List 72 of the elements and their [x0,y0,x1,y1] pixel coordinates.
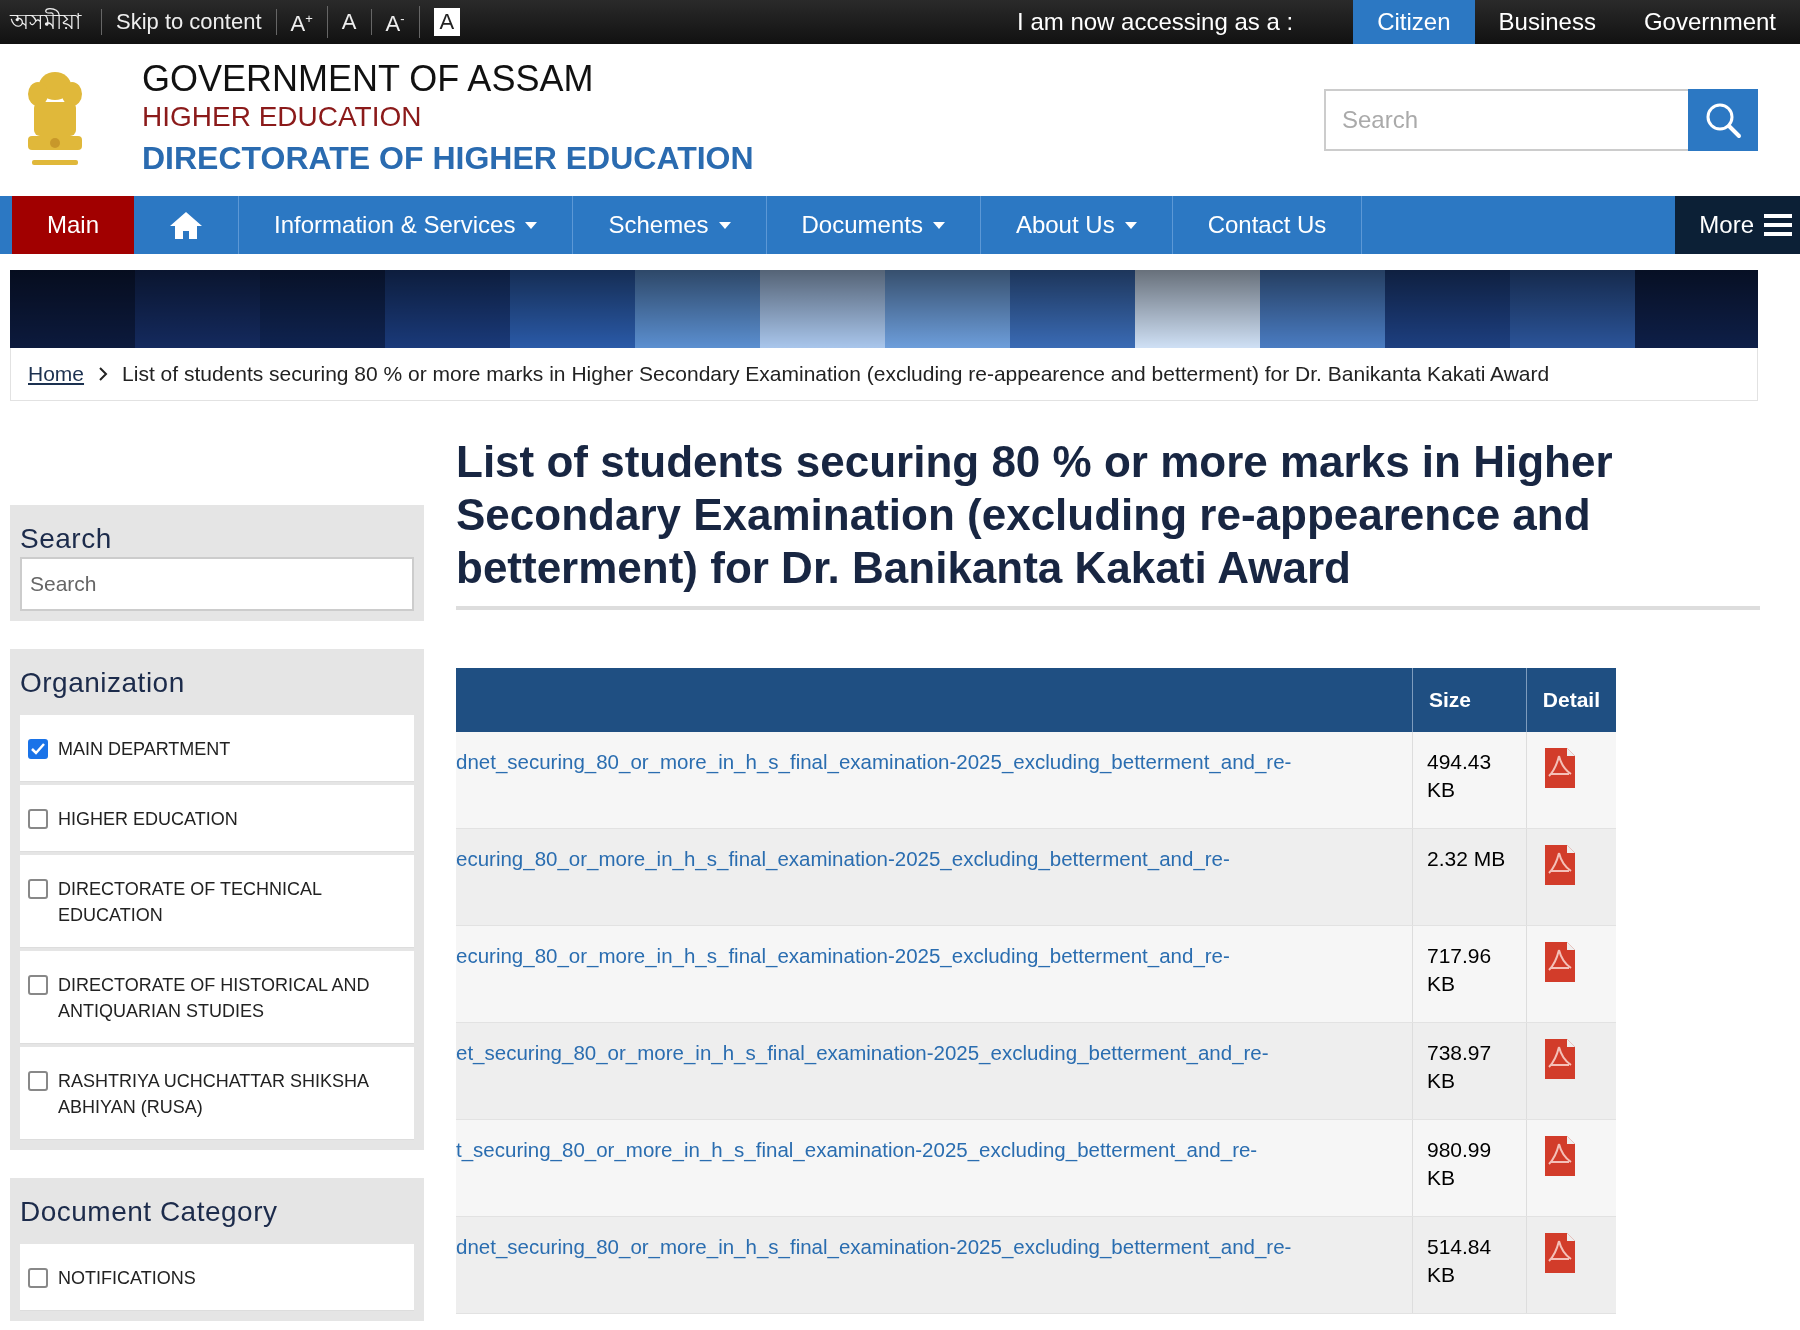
search-field[interactable]: Search [1324,89,1688,151]
file-link[interactable]: ecuring_80_or_more_in_h_s_final_examination-2025_excluding_betterment_and_re- [456,847,1230,870]
checkbox[interactable] [28,975,48,995]
home-icon [169,210,204,240]
caret-icon [718,221,731,229]
filter-option[interactable]: HIGHER EDUCATION [20,785,414,852]
file-link[interactable]: et_securing_80_or_more_in_h_s_final_examination-2025_excluding_betterment_and_re- [456,1041,1269,1064]
breadcrumb-current: List of students securing 80 % or more marks in Higher Secondary Examination (excluding re-appearence and betterment) for Dr. Banikanta Kakati Award [122,362,1550,386]
option-label: NOTIFICATIONS [58,1267,196,1290]
audience-prompt: I am now accessing as a : [1017,7,1295,37]
caret-icon [525,221,538,229]
pdf-icon[interactable] [1542,1039,1577,1079]
option-label: HIGHER EDUCATION [58,808,238,831]
audience-tab[interactable]: Business [1474,0,1620,44]
caret-icon [932,221,945,229]
pdf-icon[interactable] [1542,1136,1577,1176]
pdf-icon[interactable] [1542,845,1577,885]
checkbox[interactable] [28,739,48,759]
department-title: HIGHER EDUCATION [142,100,423,134]
option-label: MAIN DEPARTMENT [58,738,231,761]
filter-option[interactable]: DIRECTORATE OF TECHNICAL EDUCATION [20,855,414,948]
nav-link[interactable]: Main [12,196,135,254]
file-size: 514.84 KB [1412,1216,1527,1314]
column-header: Detail [1526,668,1616,732]
nav-link[interactable]: Contact Us [1172,196,1363,254]
panel-heading: Organization [20,667,186,699]
file-size: 738.97 KB [1412,1022,1527,1120]
file-size: 2.32 MB [1412,828,1527,926]
filter-option[interactable]: MAIN DEPARTMENT [20,715,414,782]
nav-link[interactable]: Information & Services [239,196,574,254]
search-button[interactable] [1688,89,1758,151]
filter-option[interactable]: DIRECTORATE OF HISTORICAL AND ANTIQUARIAN STUDIES [20,951,414,1044]
file-link[interactable]: ecuring_80_or_more_in_h_s_final_examination-2025_excluding_betterment_and_re- [456,944,1230,967]
panel-heading: Document Category [20,1196,279,1228]
government-title: GOVERNMENT OF ASSAM [142,59,595,99]
filter-option[interactable]: RASHTRIYA UCHCHATTAR SHIKSHA ABHIYAN (RUSA) [20,1047,414,1140]
file-link[interactable]: t_securing_80_or_more_in_h_s_final_examination-2025_excluding_betterment_and_re- [456,1138,1258,1161]
font-size-button[interactable]: A [327,9,372,35]
menu-icon [1764,213,1792,237]
home-breadcrumb-link[interactable]: Home [28,362,85,386]
file-size: 980.99 KB [1412,1119,1527,1217]
directorate-title: DIRECTORATE OF HIGHER EDUCATION [142,139,755,178]
option-label: DIRECTORATE OF TECHNICAL EDUCATION [58,878,323,927]
pdf-icon[interactable] [1542,748,1577,788]
font-size-button[interactable]: A$^{-}$ [371,6,420,38]
contrast-button[interactable]: A [433,8,461,36]
nav-link[interactable]: Schemes [573,196,767,254]
skip-link[interactable]: Skip to content [102,9,277,35]
page-title: List of students securing 80 % or more marks in Higher Secondary Examination (excluding re-appearence and betterment) for Dr. Banikanta Kakati Award [456,435,1760,610]
audience-tab[interactable]: Government [1619,0,1800,44]
panel-heading: Search [20,523,113,555]
chevron-right-icon [98,366,109,382]
checkbox[interactable] [28,879,48,899]
checkbox[interactable] [28,1268,48,1288]
caret-icon [1124,221,1137,229]
checkbox[interactable] [28,809,48,829]
column-header: Size [1412,668,1527,732]
nav-link[interactable]: About Us [980,196,1173,254]
font-size-button[interactable]: A$^{+}$ [276,6,328,38]
search-field[interactable]: Search [20,557,414,611]
nav-link[interactable]: Documents [766,196,981,254]
audience-tab[interactable]: Citizen [1353,0,1475,44]
language-link[interactable]: অসমীয়া [0,9,102,35]
option-label: RASHTRIYA UCHCHATTAR SHIKSHA ABHIYAN (RUSA) [58,1070,370,1119]
option-label: DIRECTORATE OF HISTORICAL AND ANTIQUARIAN STUDIES [58,974,371,1023]
pdf-icon[interactable] [1542,942,1577,982]
pdf-icon[interactable] [1542,1233,1577,1273]
checkbox[interactable] [28,1071,48,1091]
file-size: 717.96 KB [1412,925,1527,1023]
more-menu-button[interactable]: More [1675,196,1800,254]
file-size: 494.43 KB [1412,732,1527,829]
filter-option[interactable]: NOTIFICATIONS [20,1244,414,1311]
